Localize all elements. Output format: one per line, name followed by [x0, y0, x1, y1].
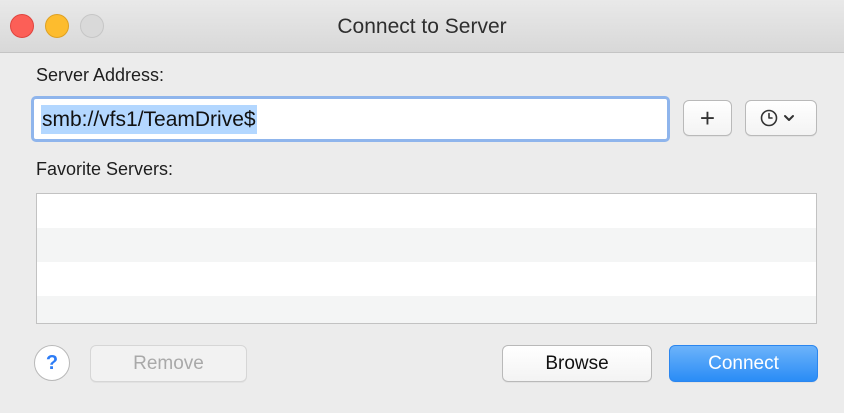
list-item [37, 262, 816, 296]
chevron-down-icon [784, 115, 794, 121]
recent-servers-icons [760, 109, 794, 127]
list-item [37, 194, 816, 228]
help-button[interactable]: ? [34, 345, 70, 381]
help-icon: ? [45, 351, 59, 374]
connect-button[interactable]: Connect [669, 345, 818, 382]
browse-button[interactable]: Browse [502, 345, 652, 382]
remove-button[interactable]: Remove [90, 345, 247, 382]
title-bar[interactable]: Connect to Server [0, 0, 844, 53]
server-address-input[interactable]: smb://vfs1/TeamDrive$ [31, 96, 670, 142]
window-title: Connect to Server [337, 15, 507, 38]
favorite-servers-label: Favorite Servers: [36, 159, 174, 179]
plus-icon: + [699, 103, 716, 133]
connect-to-server-window: Connect to Server Server Address: smb://… [0, 0, 844, 413]
server-address-value[interactable]: smb://vfs1/TeamDrive$ [41, 104, 257, 134]
server-address-label: Server Address: [36, 65, 165, 85]
list-item [37, 296, 816, 323]
add-favorite-button[interactable]: + [683, 100, 732, 136]
recent-servers-button[interactable] [745, 100, 817, 136]
list-item [37, 228, 816, 262]
clock-icon [760, 109, 778, 127]
favorite-servers-list[interactable] [36, 193, 817, 324]
